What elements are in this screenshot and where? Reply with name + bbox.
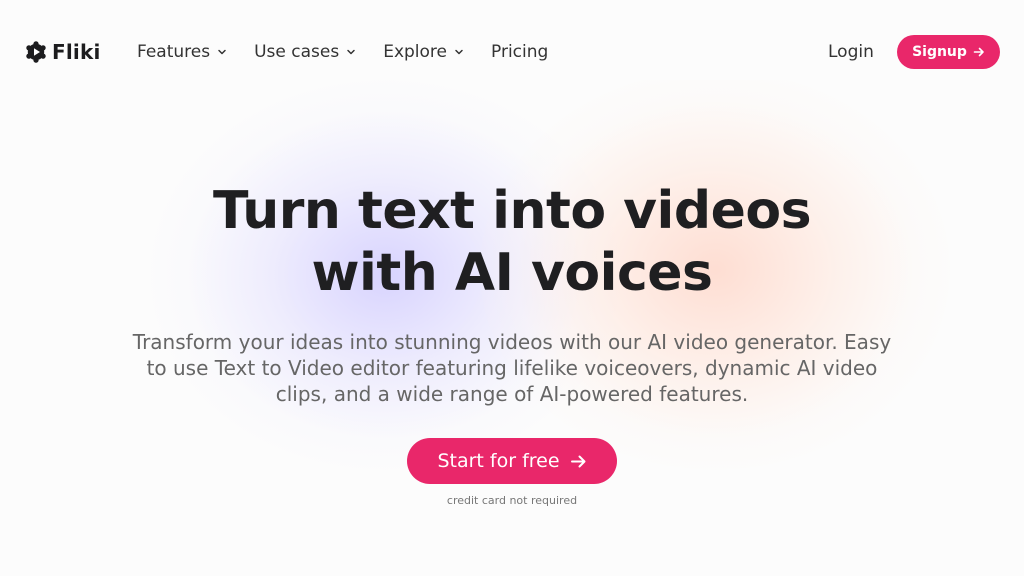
menu-item-pricing[interactable]: Pricing bbox=[491, 40, 548, 64]
start-for-free-button[interactable]: Start for free bbox=[407, 438, 617, 484]
top-navigation: Fliki Features Use cases Explore Pricing… bbox=[0, 0, 1024, 80]
fliki-logo-icon bbox=[26, 41, 46, 63]
signup-button-label: Signup bbox=[912, 44, 967, 60]
brand-name: Fliki bbox=[52, 40, 101, 64]
menu-item-label: Features bbox=[137, 42, 211, 62]
menu-item-label: Explore bbox=[383, 42, 448, 62]
hero-section: Turn text into videos with AI voices Tra… bbox=[0, 180, 1024, 508]
chevron-down-icon bbox=[347, 49, 355, 55]
main-menu: Features Use cases Explore Pricing bbox=[137, 40, 575, 64]
brand-logo[interactable]: Fliki bbox=[25, 39, 101, 65]
menu-item-label: Use cases bbox=[254, 42, 340, 62]
chevron-down-icon bbox=[455, 49, 463, 55]
landing-page: Fliki Features Use cases Explore Pricing… bbox=[0, 0, 1024, 576]
login-link[interactable]: Login bbox=[828, 40, 874, 64]
arrow-right-icon bbox=[570, 455, 586, 467]
hero-headline-line-2: with AI voices bbox=[311, 243, 713, 303]
signup-button[interactable]: Signup bbox=[897, 35, 1000, 69]
cta-label: Start for free bbox=[437, 450, 560, 472]
hero-headline: Turn text into videos with AI voices bbox=[0, 180, 1024, 304]
credit-card-note: credit card not required bbox=[446, 494, 578, 507]
chevron-down-icon bbox=[218, 49, 226, 55]
menu-item-use-cases[interactable]: Use cases bbox=[254, 40, 356, 64]
menu-item-label: Pricing bbox=[491, 42, 549, 62]
hero-subtitle: Transform your ideas into stunning video… bbox=[132, 330, 892, 406]
menu-item-explore[interactable]: Explore bbox=[383, 40, 464, 64]
menu-item-features[interactable]: Features bbox=[137, 40, 227, 64]
hero-headline-line-1: Turn text into videos bbox=[212, 181, 812, 241]
arrow-right-icon bbox=[973, 47, 984, 57]
